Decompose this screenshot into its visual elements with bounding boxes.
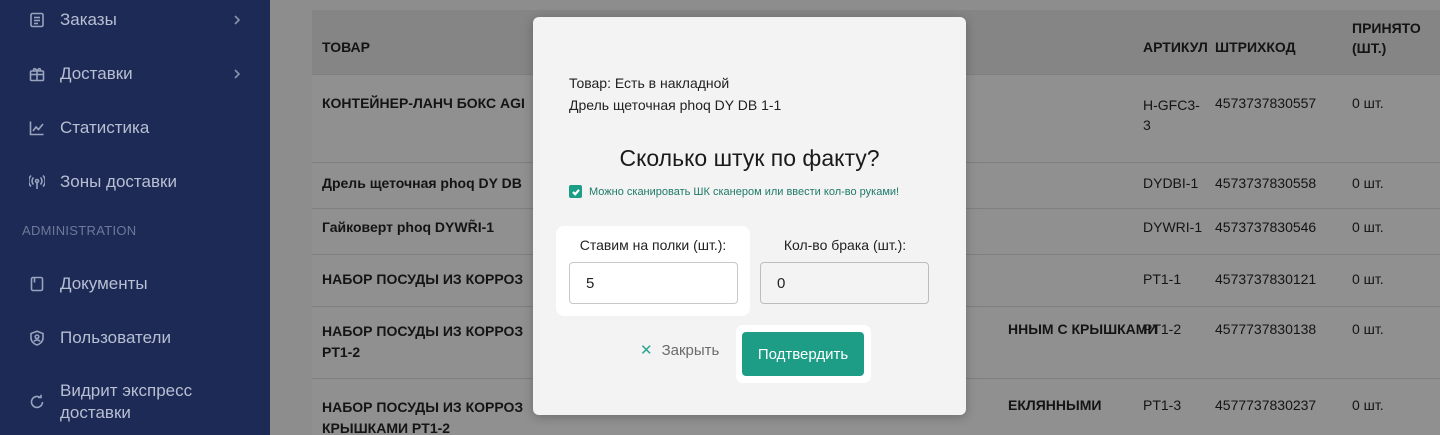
sidebar-item-orders[interactable]: Заказы — [0, 8, 270, 32]
sidebar-item-express-delivery[interactable]: Видрит экспресс доставки — [0, 378, 270, 426]
document-icon — [28, 275, 46, 293]
barcode-cell: 4577737830138 — [1215, 321, 1317, 337]
article-cell: DYWRI-1 — [1143, 219, 1203, 235]
checkbox-label: Можно сканировать ШК сканером или ввести… — [589, 185, 900, 198]
sidebar: Заказы Доставки Статистика Зоны доставки… — [0, 0, 270, 435]
product-name: Гайковерт phoq DYWR̃I-1 — [322, 219, 495, 235]
column-header-product[interactable]: ТОВАР — [322, 39, 370, 55]
sidebar-item-label: Заказы — [60, 10, 117, 29]
close-icon: ✕ — [640, 342, 653, 359]
shelf-quantity-input[interactable] — [569, 262, 738, 304]
barcode-cell: 4573737830546 — [1215, 219, 1317, 235]
column-header-article[interactable]: АРТИКУЛ — [1143, 39, 1208, 55]
scanner-checkbox-row[interactable]: Можно сканировать ШК сканером или ввести… — [569, 185, 899, 198]
product-name: НАБОР ПОСУДЫ ИЗ КОРРОЗ PT1-2 — [322, 323, 524, 360]
article-cell: H-GFC3- 3 — [1143, 97, 1200, 133]
refresh-icon — [28, 393, 46, 411]
sidebar-item-label: Видрит экспресс доставки — [60, 381, 193, 422]
chevron-right-icon — [232, 64, 242, 84]
column-header-accepted[interactable]: ПРИНЯТО (ШТ.) — [1352, 18, 1421, 58]
accepted-cell: 0 шт. — [1352, 219, 1384, 235]
accepted-cell: 0 шт. — [1352, 175, 1384, 191]
barcode-cell: 4577737830237 — [1215, 397, 1317, 413]
sidebar-item-delivery-zones[interactable]: Зоны доставки — [0, 170, 270, 194]
article-cell: DYDBI-1 — [1143, 175, 1199, 191]
article-cell: PT1-3 — [1143, 397, 1182, 413]
sidebar-item-label: Пользователи — [60, 328, 171, 347]
accepted-cell: 0 шт. — [1352, 397, 1384, 413]
sidebar-section-administration: ADMINISTRATION — [22, 223, 137, 238]
column-header-barcode[interactable]: ШТРИХКОД — [1215, 39, 1296, 55]
product-name-continued: ЕКЛЯННЫМИ — [1008, 397, 1102, 413]
sidebar-item-documents[interactable]: Документы — [0, 272, 270, 296]
article-cell: PT1-2 — [1143, 321, 1182, 337]
chevron-right-icon — [232, 10, 242, 30]
chart-icon — [28, 119, 46, 137]
barcode-cell: 4573737830121 — [1215, 271, 1317, 287]
barcode-cell: 4573737830557 — [1215, 95, 1317, 111]
signal-icon — [28, 173, 46, 191]
shield-user-icon — [28, 329, 46, 347]
article-cell: PT1-1 — [1143, 271, 1182, 287]
sidebar-item-deliveries[interactable]: Доставки — [0, 62, 270, 86]
product-name: НАБОР ПОСУДЫ ИЗ КОРРОЗ КРЫШКАМИ PT1-2 — [322, 399, 524, 435]
product-name-continued: ННЫМ С КРЫШКАМИ — [1008, 321, 1158, 337]
modal-product-name: Дрель щеточная phoq DY DB 1-1 — [569, 97, 782, 113]
barcode-cell: 4573737830558 — [1215, 175, 1317, 191]
list-icon — [28, 11, 46, 29]
sidebar-item-label: Статистика — [60, 118, 150, 137]
close-button[interactable]: ✕ Закрыть — [640, 341, 719, 360]
product-name: Дрель щеточная phoq DY DB — [322, 175, 522, 191]
accepted-cell: 0 шт. — [1352, 271, 1384, 287]
sidebar-item-label: Документы — [60, 274, 148, 293]
sidebar-item-users[interactable]: Пользователи — [0, 326, 270, 350]
checkbox-checked-icon[interactable] — [569, 185, 582, 198]
confirm-button[interactable]: Подтвердить — [742, 332, 864, 376]
modal-status-text: Товар: Есть в накладной — [569, 75, 730, 91]
product-name: КОНТЕЙНЕР-ЛАНЧ БОКС AGI — [322, 95, 525, 111]
accepted-cell: 0 шт. — [1352, 321, 1384, 337]
defect-quantity-label: Кол-во брака (шт.): — [783, 237, 907, 253]
product-name: НАБОР ПОСУДЫ ИЗ КОРРОЗ — [322, 271, 524, 287]
sidebar-item-label: Зоны доставки — [60, 172, 177, 191]
modal-title: Сколько штук по факту? — [619, 145, 880, 171]
defect-quantity-input[interactable] — [760, 262, 929, 304]
sidebar-item-statistics[interactable]: Статистика — [0, 116, 270, 140]
sidebar-item-label: Доставки — [60, 64, 133, 83]
accepted-cell: 0 шт. — [1352, 95, 1384, 111]
gift-icon — [28, 65, 46, 83]
shelf-quantity-label: Ставим на полки (шт.): — [579, 237, 727, 253]
